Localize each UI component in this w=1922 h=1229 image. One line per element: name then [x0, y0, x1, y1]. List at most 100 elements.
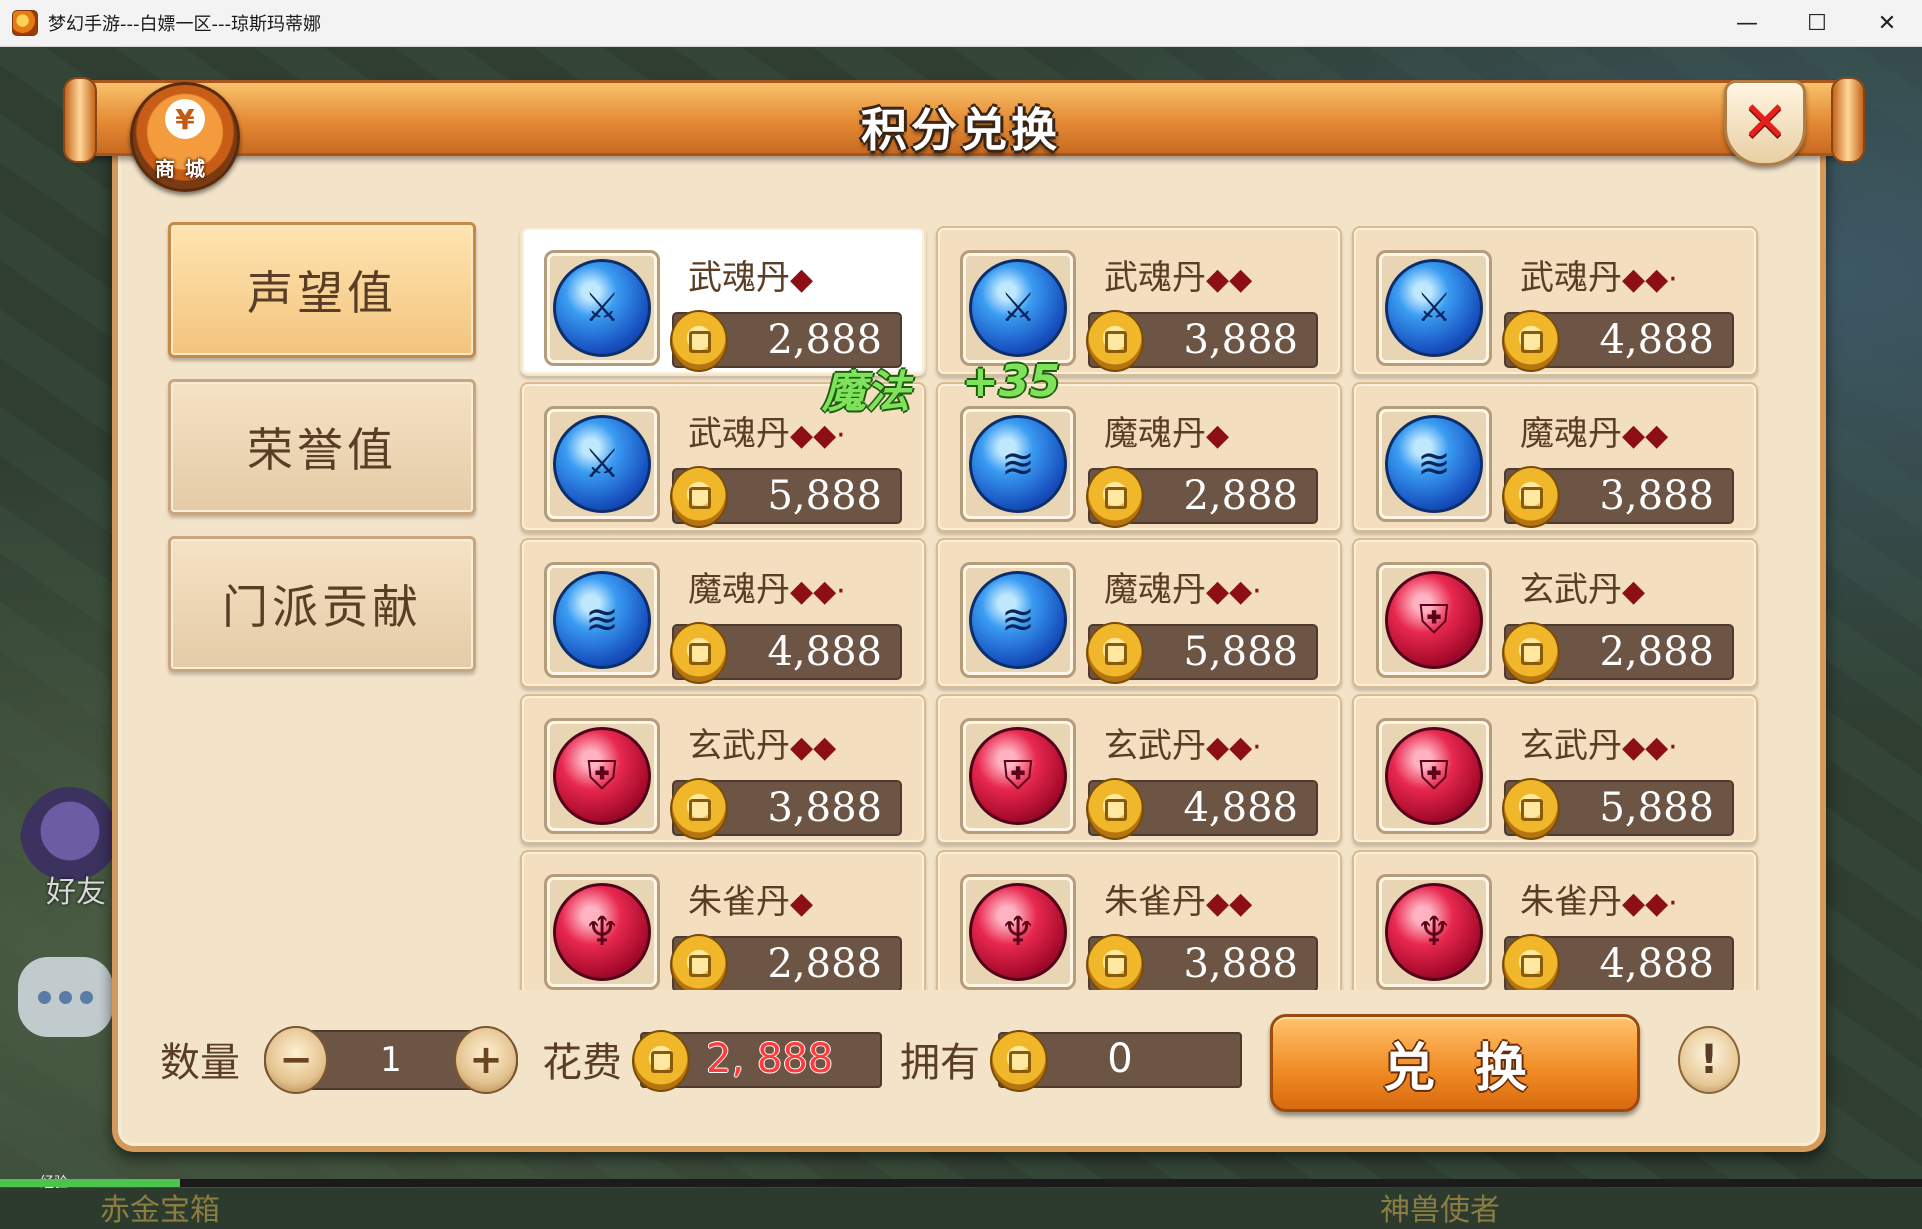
item-card[interactable]: ≋ 魔魂丹◆◆· 4,888	[520, 538, 926, 688]
item-price: 5,888	[767, 473, 882, 519]
item-name: 武魂丹◆	[688, 258, 814, 298]
exchange-button[interactable]: 兑换	[1270, 1014, 1640, 1112]
item-name: 朱雀丹◆◆·	[1520, 882, 1678, 922]
owned-label: 拥有	[900, 1040, 980, 1086]
scene-bottom-right-text: 神兽使者	[1380, 1193, 1500, 1228]
scene-bottom-left-text: 赤金宝箱	[100, 1193, 220, 1228]
item-card[interactable]: ♆ 朱雀丹◆◆· 4,888	[1352, 850, 1758, 990]
blue-sword-orb-icon: ⚔	[553, 259, 651, 357]
grade-diamonds: ◆◆·	[790, 574, 846, 609]
price-bar: 5,888	[670, 466, 902, 528]
item-card[interactable]: ≋ 魔魂丹◆◆· 5,888	[936, 538, 1342, 688]
chat-bubble-icon[interactable]	[18, 957, 113, 1037]
info-button[interactable]: !	[1678, 1026, 1740, 1094]
quantity-value[interactable]: 1	[326, 1032, 456, 1088]
dialog-close-button[interactable]: ✕	[1724, 80, 1806, 166]
grade-diamonds: ◆	[790, 886, 814, 921]
coin-icon	[1086, 310, 1144, 372]
item-card[interactable]: ♆ 朱雀丹◆◆ 3,888	[936, 850, 1342, 990]
item-card[interactable]: ♆ 朱雀丹◆ 2,888	[520, 850, 926, 990]
item-price: 3,888	[1183, 941, 1298, 987]
item-icon-frame: ≋	[960, 406, 1076, 522]
red-bird-orb-icon: ♆	[1385, 883, 1483, 981]
item-icon-frame: ⛨	[1376, 562, 1492, 678]
grade-diamonds: ◆◆	[1206, 886, 1253, 921]
maximize-button[interactable]: ☐	[1782, 0, 1852, 46]
price-bar: 4,888	[670, 622, 902, 684]
red-shield-orb-icon: ⛨	[1385, 727, 1483, 825]
coin-icon	[670, 778, 728, 840]
red-bird-orb-icon: ♆	[969, 883, 1067, 981]
item-icon-frame: ≋	[544, 562, 660, 678]
coin-icon	[1086, 622, 1144, 684]
coin-icon	[632, 1030, 690, 1092]
coin-icon	[670, 466, 728, 528]
price-bar: 2,888	[1502, 622, 1734, 684]
close-icon: ✕	[1741, 90, 1789, 155]
price-bar: 4,888	[1086, 778, 1318, 840]
window-titlebar: 梦幻手游---白嫖一区---琼斯玛蒂娜 — ☐ ✕	[0, 0, 1922, 47]
item-name: 玄武丹◆◆·	[1520, 726, 1678, 766]
item-name: 魔魂丹◆◆·	[1104, 570, 1262, 610]
blue-wave-orb-icon: ≋	[969, 415, 1067, 513]
item-price: 3,888	[767, 785, 882, 831]
quantity-stepper: − 1 +	[264, 1026, 518, 1094]
item-card[interactable]: ⛨ 玄武丹◆◆· 5,888	[1352, 694, 1758, 844]
grade-diamonds: ◆◆·	[1206, 730, 1262, 765]
grade-diamonds: ◆◆	[1206, 262, 1253, 297]
window-close-button[interactable]: ✕	[1852, 0, 1922, 46]
increase-button[interactable]: +	[454, 1026, 518, 1094]
app-icon	[12, 10, 38, 36]
price-bar: 3,888	[1086, 934, 1318, 990]
item-card[interactable]: ⛨ 玄武丹◆ 2,888	[1352, 538, 1758, 688]
coin-icon	[1086, 778, 1144, 840]
yen-icon: ¥	[165, 99, 205, 139]
price-bar: 3,888	[670, 778, 902, 840]
decrease-button[interactable]: −	[264, 1026, 328, 1094]
owned-bar: 0	[990, 1030, 1242, 1092]
shop-badge-icon: ¥ 商城	[130, 82, 240, 192]
item-grid: ⚔ 武魂丹◆ 2,888 ⚔ 武魂丹◆◆ 3,888 ⚔ 武魂丹◆◆· 4,888 ⚔ 武魂丹◆◆·…	[520, 226, 1762, 990]
item-card[interactable]: ⛨ 玄武丹◆◆ 3,888	[520, 694, 926, 844]
grade-diamonds: ◆	[1622, 574, 1646, 609]
shop-badge-label: 商城	[155, 157, 215, 181]
item-card[interactable]: ⚔ 武魂丹◆◆ 3,888	[936, 226, 1342, 376]
item-grid-viewport[interactable]: ⚔ 武魂丹◆ 2,888 ⚔ 武魂丹◆◆ 3,888 ⚔ 武魂丹◆◆· 4,888 ⚔ 武魂丹◆◆·…	[516, 222, 1762, 990]
price-bar: 4,888	[1502, 934, 1734, 990]
grade-diamonds: ◆◆·	[1622, 262, 1678, 297]
item-price: 4,888	[767, 629, 882, 675]
red-shield-orb-icon: ⛨	[969, 727, 1067, 825]
tab-honor[interactable]: 荣誉值	[168, 379, 476, 515]
item-name: 朱雀丹◆	[688, 882, 814, 922]
item-icon-frame: ⚔	[1376, 250, 1492, 366]
item-name: 魔魂丹◆◆	[1520, 414, 1669, 454]
currency-tabs: 声望值 荣誉值 门派贡献	[168, 222, 476, 693]
cost-value: 2, 888	[706, 1036, 834, 1082]
grade-diamonds: ◆◆·	[790, 418, 846, 453]
item-card[interactable]: ⚔ 武魂丹◆ 2,888	[520, 226, 926, 376]
coin-icon	[670, 310, 728, 372]
item-icon-frame: ⛨	[1376, 718, 1492, 834]
cost-bar: 2, 888	[632, 1030, 882, 1092]
blue-wave-orb-icon: ≋	[553, 571, 651, 669]
price-bar: 4,888	[1502, 310, 1734, 372]
friend-label[interactable]: 好友	[46, 867, 106, 911]
minimize-button[interactable]: —	[1712, 0, 1782, 46]
bonus-float-text: +35	[962, 356, 1061, 407]
item-name: 武魂丹◆◆·	[1520, 258, 1678, 298]
item-name: 玄武丹◆◆	[688, 726, 837, 766]
price-bar: 2,888	[670, 934, 902, 990]
coin-icon	[1502, 622, 1560, 684]
price-bar: 5,888	[1086, 622, 1318, 684]
item-card[interactable]: ⚔ 武魂丹◆◆· 4,888	[1352, 226, 1758, 376]
item-card[interactable]: ⛨ 玄武丹◆◆· 4,888	[936, 694, 1342, 844]
item-price: 5,888	[1183, 629, 1298, 675]
item-icon-frame: ⚔	[544, 250, 660, 366]
tab-reputation[interactable]: 声望值	[168, 222, 476, 358]
dialog-title: 积分兑换	[861, 103, 1061, 157]
item-card[interactable]: ≋ 魔魂丹◆◆ 3,888	[1352, 382, 1758, 532]
tab-sect-contribution[interactable]: 门派贡献	[168, 536, 476, 672]
grade-diamonds: ◆◆·	[1622, 730, 1678, 765]
item-price: 3,888	[1599, 473, 1714, 519]
item-icon-frame: ♆	[544, 874, 660, 990]
